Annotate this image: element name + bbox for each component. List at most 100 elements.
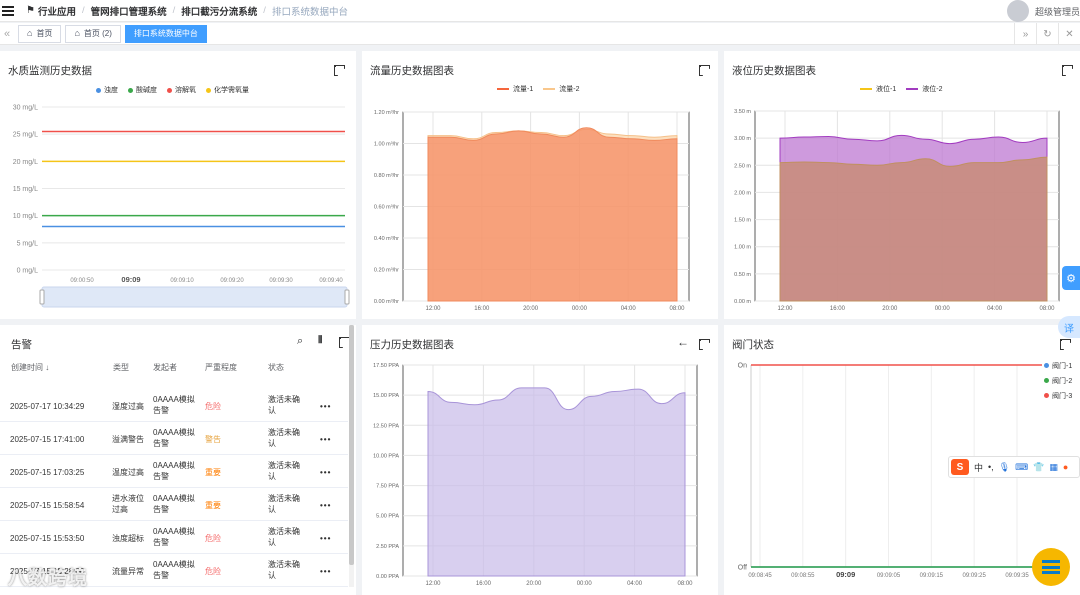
x-tick-label: 08:00: [669, 306, 685, 312]
column-header-time[interactable]: 创建时间 ↓: [11, 362, 49, 373]
alarm-panel: 告警 ⌕ ⦀ 创建时间 ↓ 类型 发起者 严重程度 状态 2025-07-17 …: [0, 325, 356, 595]
breadcrumb-item[interactable]: 行业应用: [38, 4, 76, 18]
breadcrumb-separator: /: [263, 5, 266, 16]
refresh-icon[interactable]: ↻: [1036, 23, 1058, 45]
table-row[interactable]: 2025-07-15 17:41:00 溢满警告 0AAAA模拟 告警 警告 激活未确认 •…: [0, 422, 348, 455]
y-tick-label: 2.50 m: [734, 163, 751, 169]
tag-home-2[interactable]: ⌂ 首页 (2): [65, 24, 121, 43]
punctuation-icon[interactable]: •,: [988, 462, 994, 472]
x-tick-label: 09:09:10: [170, 278, 194, 284]
sogou-logo-icon: S: [951, 459, 969, 475]
cell-time: 2025-07-15 15:53:50: [10, 534, 85, 543]
scroll-left-icon[interactable]: «: [0, 28, 14, 40]
fullscreen-icon[interactable]: [339, 337, 348, 346]
cell-type: 溢满警告: [112, 435, 144, 444]
y-tick-label: 2.00 m: [734, 190, 751, 196]
y-tick-label: 1.00 m: [734, 245, 751, 251]
skin-icon[interactable]: 👕: [1033, 462, 1044, 473]
flow-panel: 流量历史数据图表 流量-1 流量-2 1.20 m³/hr 1.00 m³/hr 0…: [362, 51, 718, 319]
x-tick-label: 00:00: [572, 306, 588, 312]
search-icon[interactable]: ⌕: [297, 335, 303, 348]
legend-item[interactable]: 阀门-1: [1044, 359, 1072, 374]
cell-type: 浊度超标: [112, 534, 144, 543]
table-row[interactable]: 2025-07-17 10:34:29 湿度过高 0AAAA模拟 告警 危险 激活未确认 •…: [0, 389, 348, 422]
table-row[interactable]: 2025-07-15 15:58:54 进水液位 过高 0AAAA模拟 告警 重要 激活未确…: [0, 488, 348, 521]
watermark: 八数跨境: [8, 568, 89, 589]
column-header-status: 状态: [268, 363, 284, 372]
breadcrumb-separator: /: [81, 5, 85, 16]
y-tick-label: 1.20 m³/hr: [374, 110, 399, 116]
y-tick-label: 0 mg/L: [17, 268, 39, 275]
y-tick-label: 0.80 m³/hr: [374, 173, 399, 179]
tag-data-center[interactable]: 排口系统数据中台: [124, 24, 207, 43]
datazoom-handle-right: [344, 289, 350, 305]
menu-icon: [1042, 560, 1060, 574]
user-menu[interactable]: 超级管理员: [1006, 0, 1080, 22]
column-header-type: 类型: [113, 363, 129, 372]
x-tick-label: 09:09:25: [962, 573, 986, 579]
tags-actions: » ↻ ✕: [1014, 23, 1080, 45]
y-tick-label: 2.50 PPA: [376, 544, 399, 550]
table-scrollbar-thumb[interactable]: [349, 325, 354, 565]
ime-mode[interactable]: 中: [974, 461, 983, 474]
series-area: [427, 127, 678, 302]
floating-menu-button[interactable]: [1032, 548, 1070, 586]
legend-item[interactable]: 阀门-3: [1044, 389, 1072, 404]
cell-type: 进水液位 过高: [112, 494, 144, 514]
columns-icon[interactable]: ⦀: [318, 335, 322, 346]
y-tick-label: 17.50 PPA: [373, 363, 399, 369]
cell-severity: 危险: [205, 402, 221, 411]
x-tick-label: 12:00: [425, 306, 441, 312]
series-area: [427, 387, 686, 577]
row-actions-icon[interactable]: •••: [320, 566, 331, 577]
x-tick-label: 16:00: [476, 581, 492, 587]
table-row[interactable]: 2025-07-15 15:53:50 浊度超标 0AAAA模拟 告警 危险 激活未确认 •…: [0, 521, 348, 554]
sort-down-icon[interactable]: ↓: [45, 363, 49, 372]
keyboard-icon[interactable]: ⌨: [1015, 462, 1028, 473]
table-scrollbar-track[interactable]: [349, 325, 354, 587]
pressure-chart: 17.50 PPA 15.00 PPA 12.50 PPA 10.00 PPA 7.50…: [373, 363, 698, 587]
toolbox-icon[interactable]: ▦: [1049, 462, 1058, 473]
breadcrumb-item[interactable]: 管网排口管理系统: [91, 4, 167, 18]
hamburger-menu-icon[interactable]: [2, 5, 14, 16]
legend-item[interactable]: 阀门-2: [1044, 374, 1072, 389]
username[interactable]: 超级管理员: [1035, 5, 1080, 18]
ime-toolbar[interactable]: S 中 •, 🎙 ⌨ 👕 ▦ ●: [948, 456, 1080, 478]
column-header-initiator: 发起者: [153, 363, 177, 372]
row-actions-icon[interactable]: •••: [320, 467, 331, 478]
breadcrumb: ⚑ 行业应用 / 管网排口管理系统 / 排口截污分流系统 / 排口系统数据中台: [26, 4, 348, 18]
y-tick-label: 12.50 PPA: [373, 423, 399, 429]
translate-button[interactable]: 译: [1058, 316, 1080, 338]
avatar[interactable]: [1006, 0, 1029, 22]
tag-home[interactable]: ⌂ 首页: [18, 24, 62, 43]
tags-view-bar: « ⌂ 首页 ⌂ 首页 (2) 排口系统数据中台 » ↻ ✕: [0, 23, 1080, 45]
cell-initiator: 0AAAA模拟 告警: [153, 494, 195, 514]
table-header: 创建时间 ↓ 类型 发起者 严重程度 状态: [0, 356, 354, 378]
microphone-icon[interactable]: 🎙: [999, 462, 1010, 473]
breadcrumb-item[interactable]: 排口截污分流系统: [181, 4, 257, 18]
row-actions-icon[interactable]: •••: [320, 533, 331, 544]
table-row[interactable]: 2025-07-15 17:03:25 温度过高 0AAAA模拟 告警 重要 激活未确认 •…: [0, 455, 348, 488]
water-quality-panel: 水质监测历史数据 浊度 酸碱度 溶解氧 化学需氧量 30 mg/L 25 mg/L…: [0, 51, 356, 319]
x-tick-label: 08:00: [1039, 306, 1055, 312]
y-tick-label: 10 mg/L: [13, 213, 38, 220]
cell-initiator: 0AAAA模拟 告警: [153, 395, 195, 415]
close-icon[interactable]: ✕: [1058, 23, 1080, 45]
x-tick-label: 16:00: [474, 306, 490, 312]
x-tick-label: 16:00: [830, 306, 846, 312]
sogou-mascot-icon[interactable]: ●: [1063, 462, 1068, 472]
row-actions-icon[interactable]: •••: [320, 401, 331, 412]
y-tick-label: 5.00 PPA: [376, 514, 399, 520]
settings-gear-icon[interactable]: ⚙: [1062, 266, 1080, 290]
cell-severity: 危险: [205, 534, 221, 543]
series-area: [779, 156, 1048, 302]
x-tick-label: 09:09:30: [269, 278, 293, 284]
row-actions-icon[interactable]: •••: [320, 434, 331, 445]
scroll-right-icon[interactable]: »: [1014, 23, 1036, 45]
row-actions-icon[interactable]: •••: [320, 500, 331, 511]
y-tick-label: 15 mg/L: [13, 186, 38, 193]
x-tick-label: 04:00: [987, 306, 1003, 312]
y-tick-label: 10.00 PPA: [373, 453, 399, 459]
y-tick-label: 1.50 m: [734, 218, 751, 224]
cell-type: 湿度过高: [112, 402, 144, 411]
